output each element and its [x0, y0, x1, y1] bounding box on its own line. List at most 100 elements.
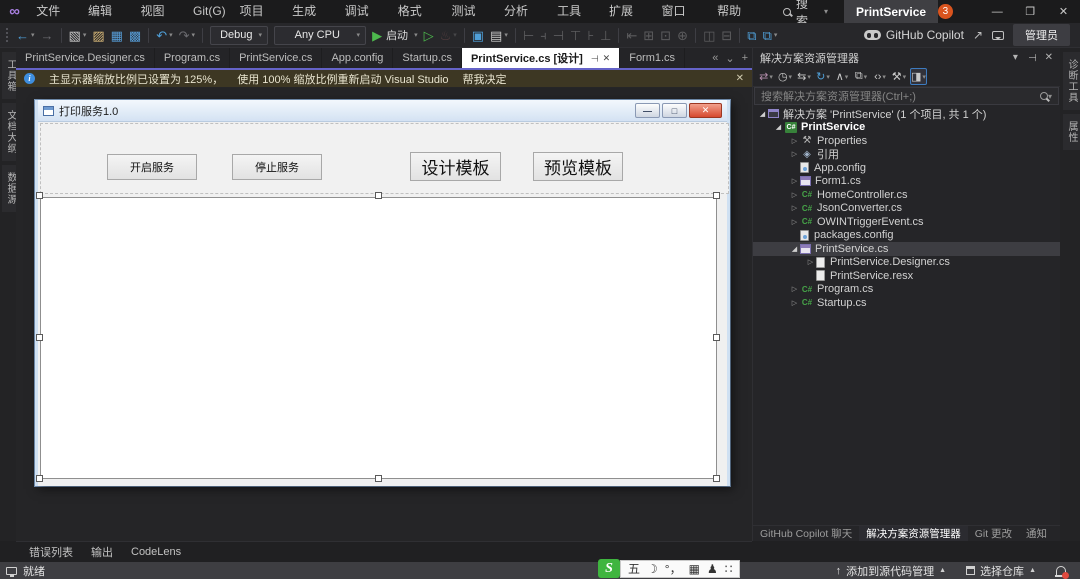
save-all-icon[interactable]: ▩ ▾: [126, 25, 144, 45]
expander-icon[interactable]: [805, 258, 816, 266]
collapse-all-icon[interactable]: ∧ ▾: [834, 68, 850, 85]
sogou-ime-logo-icon[interactable]: S: [598, 559, 620, 578]
admin-mode-button[interactable]: 管理员: [1013, 24, 1070, 46]
menu-item[interactable]: 调试(D): [338, 0, 391, 23]
save-icon[interactable]: ▦ ▾: [108, 25, 126, 45]
document-tab[interactable]: Startup.cs ⊤ ✕: [393, 48, 462, 68]
resize-handle-middle-left[interactable]: [36, 334, 43, 341]
panel-bottom-tab[interactable]: 通知: [1019, 526, 1054, 541]
expander-icon[interactable]: [789, 285, 800, 293]
tree-item[interactable]: PrintService.cs: [753, 242, 1060, 256]
resize-handle-top-left[interactable]: [36, 192, 43, 199]
restart-100-link[interactable]: 使用 100% 缩放比例重新启动 Visual Studio: [237, 71, 448, 87]
separator[interactable]: ▾: [464, 28, 465, 43]
close-button[interactable]: ✕: [1047, 0, 1080, 23]
horizontal-spacing-icon[interactable]: ◫ ▾: [700, 25, 718, 45]
resize-handle-top-right[interactable]: [713, 192, 720, 199]
expander-icon[interactable]: [789, 245, 800, 253]
menu-item[interactable]: 编辑(E): [81, 0, 133, 23]
tree-item[interactable]: HomeController.cs: [753, 188, 1060, 202]
menu-item[interactable]: 文件(F): [29, 0, 81, 23]
separator[interactable]: ▾: [148, 28, 149, 43]
right-vertical-tab[interactable]: 诊断工具: [1063, 52, 1080, 110]
share-icon[interactable]: ↗: [973, 28, 983, 42]
tree-item[interactable]: Startup.cs: [753, 296, 1060, 310]
menu-item[interactable]: 测试(S): [445, 0, 497, 23]
panel-bottom-tab[interactable]: GitHub Copilot 聊天: [753, 526, 859, 541]
separator[interactable]: ▾: [739, 28, 740, 43]
maximize-button[interactable]: ❐: [1014, 0, 1047, 23]
new-project-icon[interactable]: ▧ ▾: [66, 25, 90, 45]
vertical-spacing-icon[interactable]: ⊟ ▾: [718, 25, 735, 45]
close-icon[interactable]: ✕: [1045, 52, 1053, 63]
expander-icon[interactable]: [789, 299, 800, 307]
redo-icon[interactable]: ↷ ▾: [176, 25, 198, 45]
menu-item[interactable]: 项目(P): [233, 0, 285, 23]
notifications-bell-icon[interactable]: [1056, 566, 1066, 575]
separator[interactable]: ▾: [515, 28, 516, 43]
pin-icon[interactable]: ⊤: [588, 54, 599, 62]
tree-item[interactable]: PrintService: [753, 121, 1060, 135]
document-tab[interactable]: PrintService.Designer.cs ⊤ ✕: [16, 48, 155, 68]
tree-item[interactable]: Program.cs: [753, 283, 1060, 297]
solution-explorer-toggle-icon[interactable]: ▤ ▾: [487, 25, 511, 45]
preview-selected-items-icon[interactable]: ◨ ▾: [910, 68, 927, 85]
menu-item[interactable]: 窗口(W): [654, 0, 710, 23]
resize-handle-bottom-left[interactable]: [36, 475, 43, 482]
navigate-forward-icon[interactable]: → ▾: [38, 25, 57, 45]
tree-item[interactable]: App.config: [753, 161, 1060, 175]
menu-item[interactable]: 视图(V): [134, 0, 186, 23]
expander-icon[interactable]: [789, 191, 800, 199]
align-lefts-icon[interactable]: ⊢ ▾: [520, 25, 537, 45]
zoom-icon[interactable]: ⊕ ▾: [674, 25, 691, 45]
tree-item[interactable]: Properties: [753, 134, 1060, 148]
make-same-width-icon[interactable]: ⇤ ▾: [623, 25, 640, 45]
form-minimize-button[interactable]: —: [635, 103, 660, 118]
background-tasks-icon[interactable]: [6, 567, 17, 575]
winforms-designer-surface[interactable]: 打印服务1.0 — □ ✕ 开启服务停止服务设计模板预览模板: [16, 87, 752, 541]
keyboard-icon[interactable]: ▦: [689, 563, 700, 575]
tab-overflow-icon[interactable]: +: [742, 52, 748, 64]
menu-item[interactable]: 格式(O): [391, 0, 445, 23]
add-to-source-control-button[interactable]: ↑ 添加到源代码管理 ▲: [836, 563, 946, 579]
tree-item[interactable]: JsonConverter.cs: [753, 202, 1060, 216]
panel-bottom-tab[interactable]: 解决方案资源管理器: [859, 526, 968, 541]
copy-path-icon[interactable]: ⧉ ▾: [853, 68, 869, 85]
align-middles-icon[interactable]: ⊦ ▾: [584, 25, 597, 45]
person-icon[interactable]: ♟: [707, 563, 718, 575]
resize-handle-top-center[interactable]: [375, 192, 382, 199]
separator[interactable]: ▾: [618, 28, 619, 43]
switch-views-icon[interactable]: ⇆ ▾: [796, 68, 812, 85]
menu-item[interactable]: Git(G): [186, 0, 233, 23]
help-me-decide-link[interactable]: 帮我决定: [463, 71, 507, 87]
start-debugging-button[interactable]: ▶ 启动 ▾: [369, 25, 421, 45]
open-file-icon[interactable]: ▨ ▾: [89, 25, 107, 45]
panel-header[interactable]: 解决方案资源管理器 ▾ ⊤ ✕: [753, 48, 1060, 67]
document-tab[interactable]: App.config ⊤ ✕: [322, 48, 393, 68]
punctuation-icon[interactable]: °，: [665, 563, 682, 575]
right-vertical-tab[interactable]: 属性: [1063, 114, 1080, 150]
view-code-icon[interactable]: ‹› ▾: [872, 68, 888, 85]
hot-reload-icon[interactable]: ♨ ▾: [437, 25, 460, 45]
infobar-close-icon[interactable]: ✕: [736, 73, 744, 84]
bottom-panel-tab[interactable]: 输出: [82, 544, 122, 560]
tree-item[interactable]: 解决方案 'PrintService' (1 个项目, 共 1 个): [753, 107, 1060, 121]
form-button-panel[interactable]: 开启服务停止服务设计模板预览模板: [40, 123, 729, 194]
feedback-icon[interactable]: [992, 31, 1004, 40]
menu-item[interactable]: 分析(N): [497, 0, 550, 23]
document-tab[interactable]: Program.cs ⊤ ✕: [155, 48, 230, 68]
solution-platforms-combo[interactable]: Any CPU ▾: [274, 26, 366, 45]
start-without-debugging-icon[interactable]: ▷ ▾: [421, 25, 437, 45]
make-same-size-icon[interactable]: ⊡ ▾: [657, 25, 674, 45]
menu-item[interactable]: 扩展(X): [602, 0, 654, 23]
pending-changes-filter-icon[interactable]: ◷ ▾: [777, 68, 793, 85]
sync-with-active-document-icon[interactable]: ⇄ ▾: [758, 68, 774, 85]
expander-icon[interactable]: [789, 204, 800, 212]
form-button[interactable]: 开启服务: [107, 154, 197, 180]
form-content-control[interactable]: [40, 197, 717, 479]
toolbar-grip[interactable]: ▾: [5, 27, 10, 43]
expander-icon[interactable]: [773, 123, 784, 131]
explorer-search-box[interactable]: 搜索解决方案资源管理器(Ctrl+;) ▾: [754, 87, 1059, 105]
align-centers-icon[interactable]: ⫞ ▾: [537, 25, 550, 45]
undo-icon[interactable]: ↶ ▾: [153, 25, 175, 45]
